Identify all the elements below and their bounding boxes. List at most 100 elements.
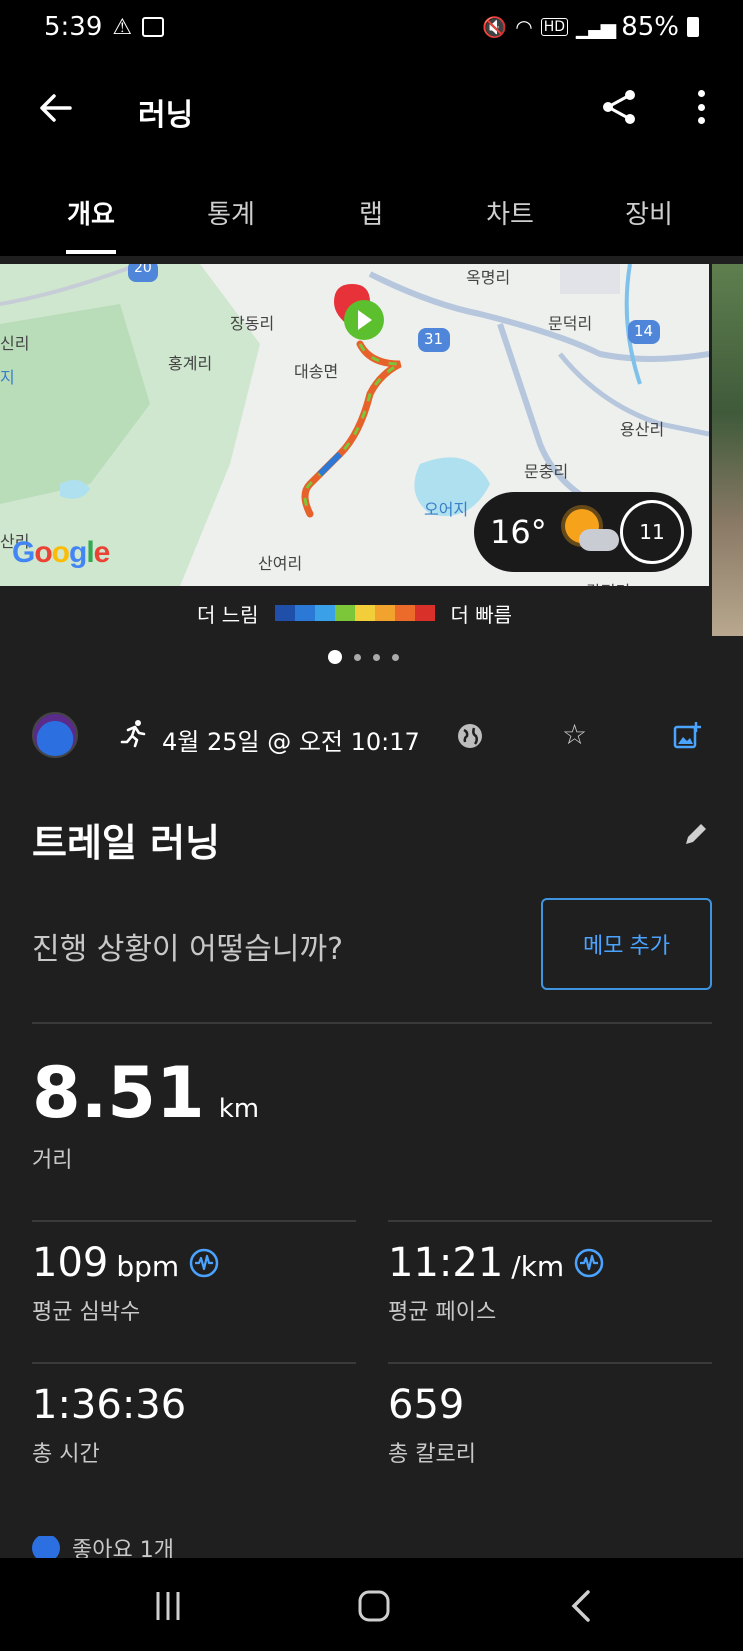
page-title: 러닝	[138, 98, 194, 133]
hd-icon: HD	[540, 18, 569, 36]
distance-label: 거리	[32, 1148, 73, 1173]
warning-icon: ⚠	[112, 14, 133, 40]
status-bar: 5:39 ⚠ 🔇 ◠ HD ▁▃▅ 85%	[0, 0, 743, 54]
battery-level: 85%	[621, 12, 679, 42]
map-road-31: 31	[424, 330, 444, 348]
pager-dot[interactable]	[373, 653, 380, 661]
tab-overview[interactable]: 개요	[36, 194, 146, 231]
tab-laps[interactable]: 랩	[316, 194, 426, 231]
pager-dot[interactable]	[392, 653, 399, 661]
app-header: 러닝	[0, 54, 743, 166]
calories-label: 총 칼로리	[388, 1442, 476, 1467]
activity-date: 4월 25일 @ 오전 10:17	[162, 728, 420, 756]
total-time-label: 총 시간	[32, 1442, 100, 1467]
divider	[32, 1362, 356, 1364]
wind-speed: 11	[639, 520, 665, 544]
pace-color-scale	[274, 605, 435, 621]
map-road-14: 14	[634, 322, 654, 340]
distance-unit: km	[218, 1094, 260, 1124]
map-place: 옥명리	[466, 268, 511, 287]
map-place: 홍계리	[168, 354, 213, 373]
status-time: 5:39	[44, 12, 103, 42]
mute-icon: 🔇	[482, 15, 508, 39]
pace-label: 평균 페이스	[388, 1300, 497, 1325]
total-time-value: 1:36:36	[32, 1382, 187, 1428]
battery-icon	[687, 17, 699, 37]
legend-fast-label: 더 빠름	[450, 602, 513, 627]
tab-bar: 개요 통계 랩 차트 장비	[0, 166, 743, 256]
activity-title: 트레일 러닝	[32, 821, 221, 865]
avatar[interactable]	[32, 712, 78, 758]
star-icon[interactable]: ☆	[562, 718, 587, 751]
distance-stat: 8.51 km	[32, 1052, 259, 1134]
tab-stats[interactable]: 통계	[176, 194, 286, 231]
map-place: 지	[0, 368, 15, 387]
pace-unit: /km	[511, 1250, 565, 1283]
pace-value: 11:21	[388, 1240, 504, 1286]
tab-charts[interactable]: 차트	[455, 194, 565, 231]
legend-color-swatch	[394, 605, 415, 621]
pager-dot[interactable]	[354, 653, 361, 661]
home-icon[interactable]	[354, 1586, 394, 1626]
add-memo-button[interactable]: 메모 추가	[541, 898, 712, 990]
avg-pace-stat: 11:21 /km 평균 페이스	[388, 1240, 604, 1326]
image-notification-icon	[142, 17, 165, 37]
legend-color-swatch	[374, 605, 395, 621]
likes-row[interactable]: 좋아요 1개	[32, 1536, 174, 1560]
pace-legend: 더 느림 더 빠름	[0, 598, 709, 628]
map-place: 용산리	[620, 420, 665, 439]
google-logo: Google	[12, 536, 110, 569]
add-photo-icon[interactable]	[672, 720, 702, 750]
tab-gear[interactable]: 장비	[594, 194, 704, 231]
heart-rate-value: 109	[32, 1240, 109, 1286]
total-time-stat: 1:36:36 총 시간	[32, 1382, 186, 1468]
route-map[interactable]: 20 31 14 옥명리 장동리 문덕리 신리 홍계리 대송면 용산리 문충리 …	[0, 264, 709, 586]
more-options-icon[interactable]	[686, 86, 716, 128]
map-place: 장동리	[230, 314, 275, 333]
avg-heart-rate-stat: 109 bpm 평균 심박수	[32, 1240, 219, 1326]
like-avatar-icon	[32, 1536, 60, 1560]
share-icon[interactable]	[598, 86, 640, 128]
weather-badge: 16° 11	[474, 492, 692, 572]
carousel-pager[interactable]	[328, 650, 399, 664]
back-nav-icon[interactable]	[562, 1586, 602, 1626]
calories-value: 659	[388, 1382, 465, 1428]
signal-icon: ▁▃▅	[576, 15, 616, 39]
wind-indicator: 11	[620, 500, 684, 564]
map-place: 문충리	[524, 462, 569, 481]
pager-dot[interactable]	[328, 650, 342, 664]
next-photo-preview[interactable]	[712, 264, 743, 636]
legend-color-swatch	[274, 605, 295, 621]
heart-rate-label: 평균 심박수	[32, 1300, 141, 1325]
pace-info-icon[interactable]	[574, 1248, 604, 1278]
map-road-20: 20	[134, 264, 152, 276]
weather-temperature: 16°	[490, 513, 547, 551]
divider	[388, 1362, 712, 1364]
partly-cloudy-icon	[561, 507, 621, 557]
legend-color-swatch	[294, 605, 315, 621]
likes-text: 좋아요 1개	[72, 1538, 174, 1560]
back-arrow-icon[interactable]	[36, 88, 76, 128]
calories-stat: 659 총 칼로리	[388, 1382, 476, 1468]
heart-rate-unit: bpm	[116, 1250, 180, 1283]
active-tab-indicator	[66, 250, 116, 254]
divider	[32, 1022, 712, 1024]
recent-apps-icon[interactable]	[148, 1586, 188, 1626]
system-nav-bar	[0, 1558, 743, 1651]
globe-icon[interactable]	[456, 722, 484, 750]
divider	[388, 1220, 712, 1222]
wifi-icon: ◠	[515, 15, 533, 39]
heart-rate-icon[interactable]	[189, 1248, 219, 1278]
map-place: 문덕리	[548, 314, 593, 333]
legend-color-swatch	[334, 605, 355, 621]
map-place: 대송면	[294, 362, 339, 381]
map-place: 칼평리	[586, 578, 630, 586]
activity-meta-row: 4월 25일 @ 오전 10:17 ☆	[0, 708, 743, 764]
legend-slow-label: 더 느림	[196, 602, 259, 627]
map-place: 신리	[0, 334, 30, 353]
map-place: 산여리	[258, 554, 303, 573]
legend-color-swatch	[314, 605, 335, 621]
legend-color-swatch	[354, 605, 375, 621]
edit-pencil-icon[interactable]	[682, 820, 710, 848]
distance-value: 8.51	[32, 1052, 205, 1134]
